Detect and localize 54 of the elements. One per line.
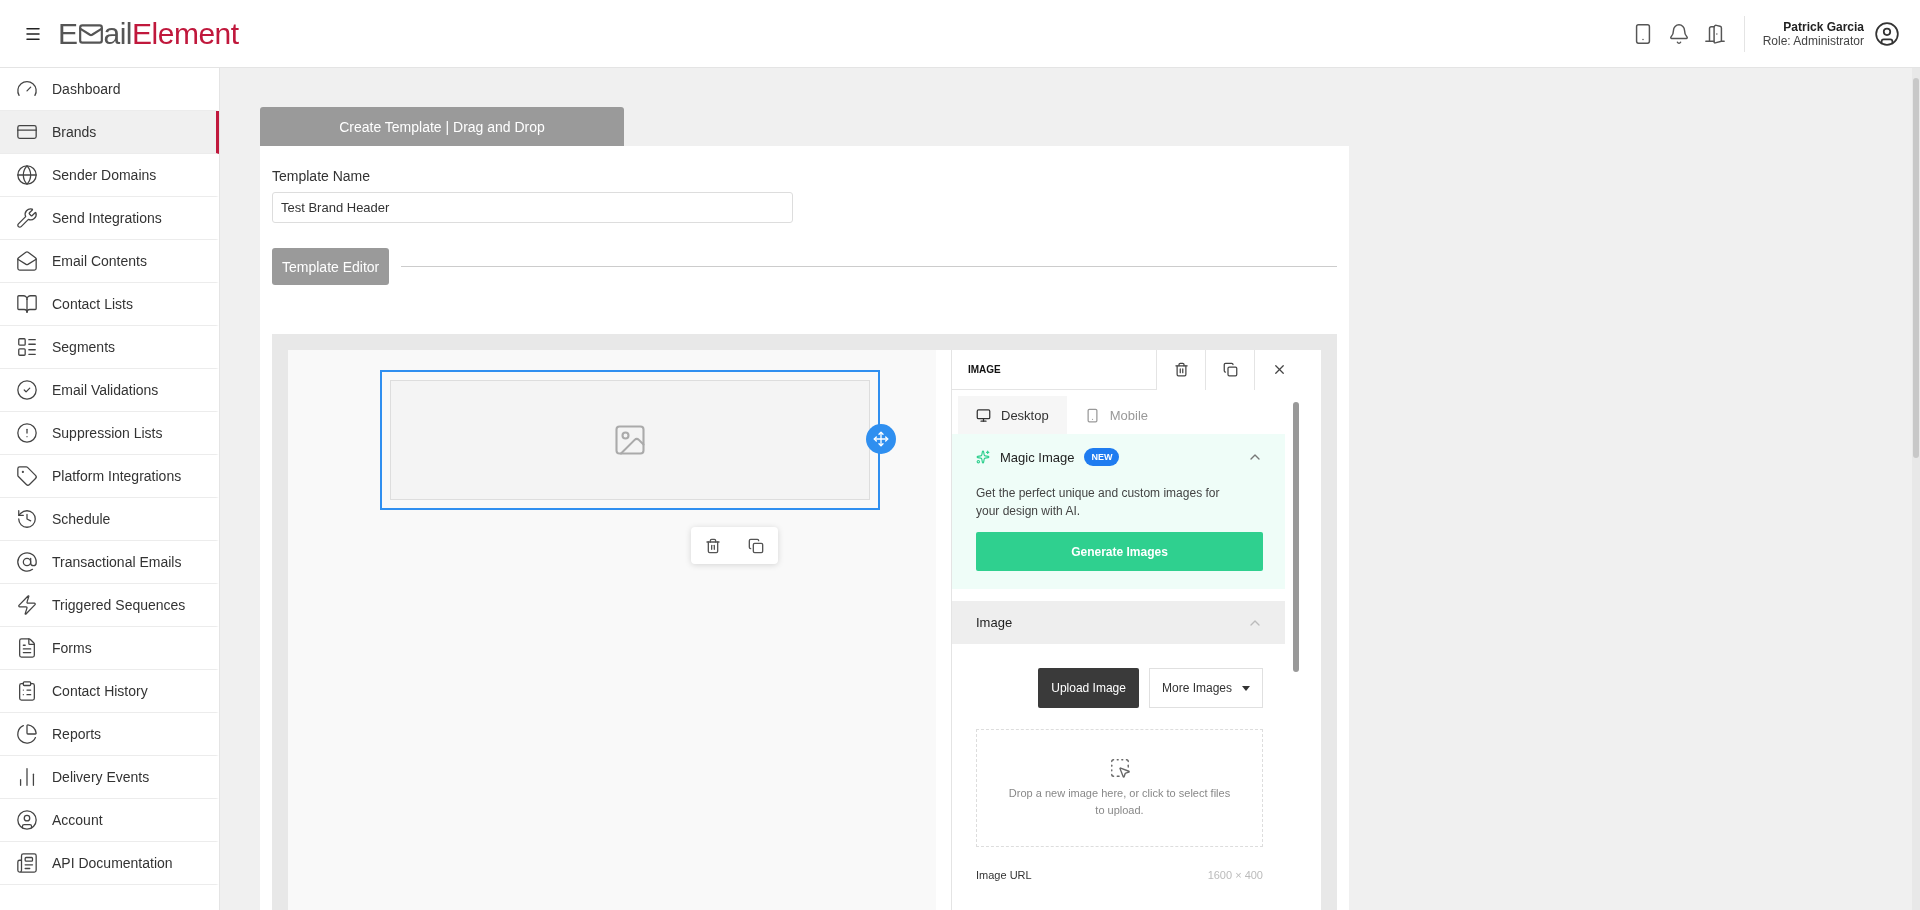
drop-hint: Drop a new image here, or click to select files to upload. bbox=[1007, 786, 1232, 818]
user-name: Patrick Garcia bbox=[1783, 19, 1864, 34]
lightning-icon bbox=[16, 594, 38, 616]
drop-icon bbox=[1108, 757, 1131, 779]
pie-chart-icon bbox=[16, 723, 38, 745]
image-dimensions: 1600 × 400 bbox=[1207, 869, 1263, 881]
section-title: Image bbox=[976, 615, 1013, 630]
tag-icon bbox=[16, 465, 38, 487]
upload-image-button[interactable]: Upload Image bbox=[1038, 668, 1139, 708]
duplicate-button[interactable] bbox=[1205, 349, 1254, 390]
template-name-field[interactable]: Test Brand Header bbox=[272, 192, 793, 223]
user-icon bbox=[16, 809, 38, 831]
sidebar-item[interactable]: Brands bbox=[0, 111, 219, 154]
image-block[interactable] bbox=[380, 370, 880, 510]
device-tab[interactable]: Desktop bbox=[958, 396, 1067, 434]
check-circle-icon bbox=[16, 379, 38, 401]
section-title: Magic Image bbox=[1000, 449, 1075, 465]
user-role: Role: Administrator bbox=[1762, 33, 1864, 48]
move-handle[interactable] bbox=[866, 424, 896, 454]
bell-icon[interactable] bbox=[1667, 22, 1690, 45]
more-images-button[interactable]: More Images bbox=[1148, 668, 1263, 708]
delete-button[interactable] bbox=[1156, 349, 1205, 390]
wrench-icon bbox=[16, 207, 38, 229]
image-url-label: Image URL bbox=[976, 869, 1032, 881]
image-placeholder-icon bbox=[612, 422, 648, 458]
trash-icon bbox=[1173, 362, 1189, 377]
avatar-icon[interactable] bbox=[1874, 20, 1900, 47]
clock-icon bbox=[16, 508, 38, 530]
list-icon bbox=[16, 336, 38, 358]
monitor-icon bbox=[976, 407, 991, 423]
delete-icon[interactable] bbox=[704, 537, 721, 554]
sparkle-icon bbox=[976, 450, 990, 464]
caret-icon bbox=[1242, 685, 1250, 691]
field-label: Template Name bbox=[272, 168, 372, 184]
book-icon bbox=[16, 293, 38, 315]
section-description: Get the perfect unique and custom images for your design with AI. bbox=[976, 485, 1221, 520]
globe-icon bbox=[16, 164, 38, 186]
logo: E ailElement bbox=[58, 16, 239, 51]
duplicate-icon[interactable] bbox=[748, 537, 765, 554]
page-scrollbar[interactable] bbox=[1913, 78, 1919, 458]
new-badge: NEW bbox=[1084, 448, 1120, 466]
move-icon bbox=[873, 431, 889, 447]
phone-icon bbox=[1084, 407, 1100, 423]
drop-zone[interactable]: Drop a new image here, or click to select files to upload. bbox=[976, 729, 1263, 847]
at-icon bbox=[16, 551, 38, 573]
document-icon bbox=[16, 852, 38, 874]
panel-title: IMAGE bbox=[967, 364, 1002, 375]
copy-icon bbox=[1222, 362, 1238, 377]
alert-icon bbox=[16, 422, 38, 444]
document-icon bbox=[16, 637, 38, 659]
envelope-icon bbox=[16, 250, 38, 272]
exit-icon[interactable] bbox=[1703, 22, 1726, 45]
scrollbar[interactable] bbox=[1293, 402, 1299, 672]
clipboard-icon bbox=[16, 680, 38, 702]
